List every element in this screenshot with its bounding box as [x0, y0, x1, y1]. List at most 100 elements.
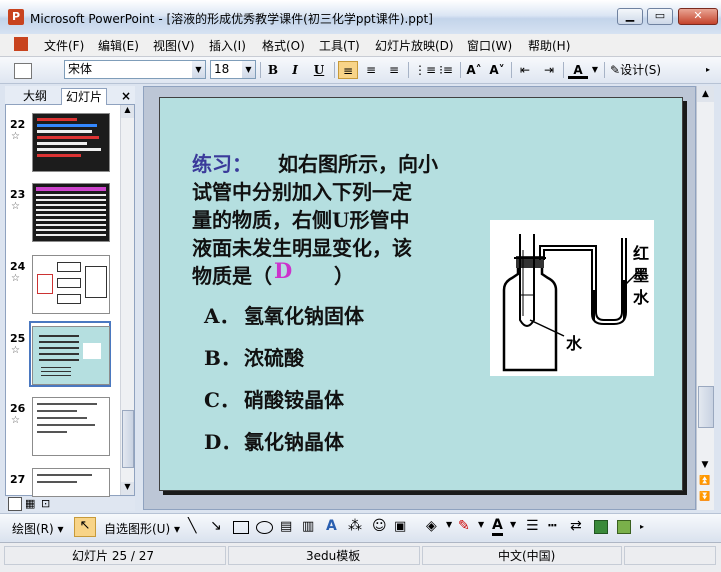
slide-sorter-icon[interactable]: ▦ — [25, 497, 35, 510]
underline-button[interactable]: U — [310, 61, 328, 79]
scroll-up-icon[interactable]: ▲ — [121, 105, 134, 118]
wordart-icon[interactable]: A — [326, 518, 337, 534]
toolbar-options-icon[interactable]: ▸ — [703, 61, 713, 79]
shadow-style-icon[interactable] — [594, 520, 608, 534]
align-left-icon[interactable]: ≡ — [338, 61, 358, 79]
slide-thumbnail-27[interactable] — [32, 468, 110, 497]
chevron-down-icon[interactable]: ▼ — [242, 61, 255, 78]
powerpoint-icon[interactable]: P — [8, 9, 24, 25]
menu-tools[interactable]: 工具(T) — [319, 37, 360, 54]
scroll-down-icon[interactable]: ▼ — [697, 460, 713, 474]
toolbar-options-icon[interactable]: ▸ — [640, 522, 644, 531]
vertical-textbox-icon[interactable]: ▥ — [302, 519, 314, 534]
animation-star-icon: ☆ — [11, 131, 20, 142]
menu-format[interactable]: 格式(O) — [262, 37, 305, 54]
scroll-thumb[interactable] — [698, 386, 714, 428]
font-color-icon[interactable]: A — [492, 517, 503, 536]
thumbnail-number: 25 — [10, 332, 26, 345]
scroll-thumb[interactable] — [122, 410, 134, 468]
previous-slide-icon[interactable]: ⏫ — [697, 476, 713, 490]
line-icon[interactable]: ╲ — [188, 518, 196, 534]
numbering-icon[interactable]: ⋮≡ — [414, 61, 436, 79]
thumbnail-number: 24 — [10, 260, 26, 273]
increase-indent-icon[interactable]: ⇥ — [540, 61, 558, 79]
decrease-font-icon[interactable]: A˅ — [488, 61, 506, 79]
chevron-down-icon[interactable]: ▼ — [446, 520, 452, 529]
menu-edit[interactable]: 编辑(E) — [98, 37, 139, 54]
slide-thumbnail-23[interactable] — [32, 183, 110, 242]
design-button[interactable]: ✎设计(S) — [610, 61, 670, 79]
scroll-up-icon[interactable]: ▲ — [697, 86, 714, 102]
arrow-icon[interactable]: ↘ — [210, 518, 222, 534]
decrease-indent-icon[interactable]: ⇤ — [516, 61, 534, 79]
diagram-icon[interactable]: ⁂ — [348, 518, 362, 534]
normal-view-icon[interactable] — [8, 497, 22, 511]
bullets-icon[interactable]: ⁝≡ — [437, 61, 455, 79]
slide-scrollbar[interactable]: ▲ ▼ ⏫ ⏬ — [696, 86, 714, 510]
menu-view[interactable]: 视图(V) — [153, 37, 195, 54]
tab-outline[interactable]: 大纲 — [19, 88, 51, 104]
design-label: 设计(S) — [620, 63, 662, 77]
clipart-icon[interactable]: ☺ — [372, 518, 387, 534]
font-size-combo[interactable]: 18 ▼ — [210, 60, 256, 79]
slide-thumbnail-22[interactable] — [32, 113, 110, 172]
question-label: 练习： — [192, 152, 252, 176]
picture-icon[interactable]: ▣ — [394, 519, 406, 534]
rectangle-icon[interactable] — [233, 521, 249, 534]
thumbnails-scrollbar[interactable]: ▲ ▼ — [120, 105, 134, 495]
tab-slides[interactable]: 幻灯片 — [61, 88, 108, 105]
chevron-down-icon[interactable]: ▼ — [192, 61, 205, 78]
scroll-down-icon[interactable]: ▼ — [121, 482, 134, 495]
maximize-button[interactable]: ▭ — [647, 8, 673, 25]
align-right-icon[interactable]: ≡ — [385, 61, 403, 79]
arrow-style-icon[interactable]: ⇄ — [570, 518, 582, 534]
ink-label: 红 — [633, 244, 650, 263]
document-icon[interactable] — [14, 37, 28, 51]
close-button[interactable]: ✕ — [678, 8, 718, 25]
chevron-down-icon[interactable]: ▼ — [478, 520, 484, 529]
menu-file[interactable]: 文件(F) — [44, 37, 84, 54]
slide-thumbnail-24[interactable] — [32, 255, 110, 314]
slideshow-icon[interactable]: ⊡ — [41, 497, 50, 510]
chevron-down-icon[interactable]: ▼ — [510, 520, 516, 529]
separator — [334, 62, 335, 78]
slide-thumbnail-26[interactable] — [32, 397, 110, 456]
increase-font-icon[interactable]: A˄ — [465, 61, 483, 79]
font-color-icon[interactable]: A — [568, 61, 588, 79]
menu-slideshow[interactable]: 幻灯片放映(D) — [375, 37, 454, 54]
slide-thumbnail-25[interactable] — [32, 326, 110, 385]
title-bar: P Microsoft PowerPoint - [溶液的形成优秀教学课件(初三… — [0, 0, 721, 35]
menu-window[interactable]: 窗口(W) — [467, 37, 512, 54]
animation-star-icon: ☆ — [11, 415, 20, 426]
oval-icon[interactable] — [256, 521, 273, 534]
formatting-toolbar: 宋体 ▼ 18 ▼ B I U ≡ ≡ ≡ ⋮≡ ⁝≡ A˄ A˅ ⇤ ⇥ A … — [0, 57, 721, 84]
separator — [408, 62, 409, 78]
line-style-icon[interactable]: ☰ — [526, 518, 539, 534]
minimize-button[interactable]: ▁ — [617, 8, 643, 25]
align-center-icon[interactable]: ≡ — [362, 61, 380, 79]
option-letter: B． — [204, 346, 241, 370]
drawing-toolbar: 绘图(R) ▾ ↖ 自选图形(U) ▾ ╲ ↘ ▤ ▥ A ⁂ ☺ ▣ ◈ ▼ … — [0, 513, 721, 541]
3d-style-icon[interactable] — [617, 520, 631, 534]
line-color-icon[interactable]: ✎ — [458, 518, 470, 534]
bold-button[interactable]: B — [264, 61, 282, 79]
font-name-combo[interactable]: 宋体 ▼ — [64, 60, 206, 79]
dash-style-icon[interactable]: ┅ — [548, 518, 556, 534]
close-pane-icon[interactable]: × — [117, 88, 135, 104]
slide-canvas[interactable]: 练习： 如右图所示，向小 试管中分别加入下列一定 量的物质，右侧U形管中 液面未… — [159, 97, 683, 491]
menu-insert[interactable]: 插入(I) — [209, 37, 246, 54]
textbox-icon[interactable]: ▤ — [280, 519, 292, 534]
draw-menu-button[interactable]: 绘图(R) ▾ — [12, 520, 64, 537]
autoshapes-button[interactable]: 自选图形(U) ▾ — [104, 520, 180, 537]
select-pointer-icon[interactable]: ↖ — [74, 517, 96, 537]
next-slide-icon[interactable]: ⏬ — [697, 492, 713, 506]
animation-star-icon: ☆ — [11, 345, 20, 356]
new-icon[interactable] — [14, 63, 32, 79]
menu-help[interactable]: 帮助(H) — [528, 37, 570, 54]
window-title: Microsoft PowerPoint - [溶液的形成优秀教学课件(初三化学… — [30, 12, 433, 26]
italic-button[interactable]: I — [286, 61, 304, 79]
question-line: 试管中分别加入下列一定 — [192, 180, 412, 204]
chevron-down-icon[interactable]: ▼ — [590, 61, 600, 79]
fill-color-icon[interactable]: ◈ — [426, 518, 437, 534]
separator — [260, 62, 261, 78]
